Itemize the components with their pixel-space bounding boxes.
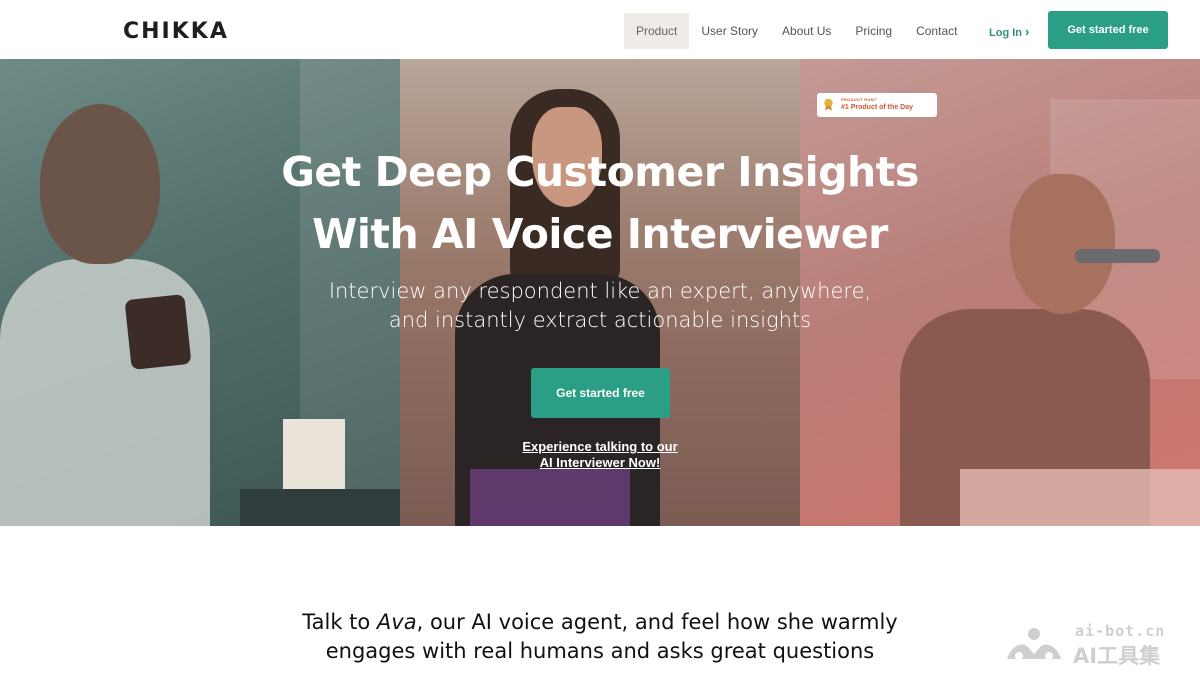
hero-headline: Get Deep Customer Insights With AI Voice… (0, 141, 1200, 265)
login-link[interactable]: Log In › (989, 24, 1029, 39)
top-nav: CHIKKA Product User Story About Us Prici… (0, 0, 1200, 59)
nav-link-product[interactable]: Product (624, 13, 690, 49)
woman-skirt (470, 469, 630, 526)
nav-links: Product User Story About Us Pricing Cont… (624, 13, 969, 49)
desk-image (960, 469, 1200, 526)
nav-get-started-button[interactable]: Get started free (1048, 11, 1168, 49)
site-watermark: ai-bot.cn AI工具集 (1005, 622, 1185, 668)
try-ai-interviewer-link[interactable]: Experience talking to our AI Interviewer… (0, 439, 1200, 471)
cafe-table-image (240, 489, 400, 526)
nav-link-user-story[interactable]: User Story (689, 13, 770, 49)
nav-link-contact[interactable]: Contact (904, 13, 969, 49)
watermark-domain: ai-bot.cn (1075, 622, 1166, 640)
medal-icon (824, 98, 833, 111)
agent-name: Ava (376, 610, 417, 634)
badge-source-label: PRODUCT HUNT (841, 97, 877, 102)
chikka-logo[interactable]: CHIKKA (123, 19, 229, 44)
badge-title: #1 Product of the Day (841, 104, 913, 111)
watermark-logo-icon (1007, 628, 1061, 660)
nav-link-about-us[interactable]: About Us (770, 13, 843, 49)
hero-subheadline-line-2: and instantly extract actionable insight… (388, 308, 812, 332)
product-hunt-badge[interactable]: PRODUCT HUNT #1 Product of the Day (817, 93, 937, 117)
nav-link-pricing[interactable]: Pricing (843, 13, 904, 49)
hero-subheadline-line-1: Interview any respondent like an expert,… (328, 279, 872, 303)
watermark-brand: AI工具集 (1073, 644, 1161, 668)
login-label: Log In (989, 27, 1022, 39)
hero-section: PRODUCT HUNT #1 Product of the Day Get D… (0, 59, 1200, 526)
hero-headline-line-1: Get Deep Customer Insights (281, 148, 919, 196)
demo-link-line-2: AI Interviewer Now! (539, 455, 661, 470)
hero-get-started-button[interactable]: Get started free (531, 368, 670, 418)
chevron-right-icon: › (1025, 24, 1030, 39)
talk-line-1-end: , our AI voice agent, and feel how she w… (416, 610, 898, 634)
talk-line-1-start: Talk to (302, 610, 377, 634)
hero-subheadline: Interview any respondent like an expert,… (0, 277, 1200, 335)
hero-headline-line-2: With AI Voice Interviewer (312, 210, 888, 258)
demo-link-line-1: Experience talking to our (522, 439, 678, 454)
